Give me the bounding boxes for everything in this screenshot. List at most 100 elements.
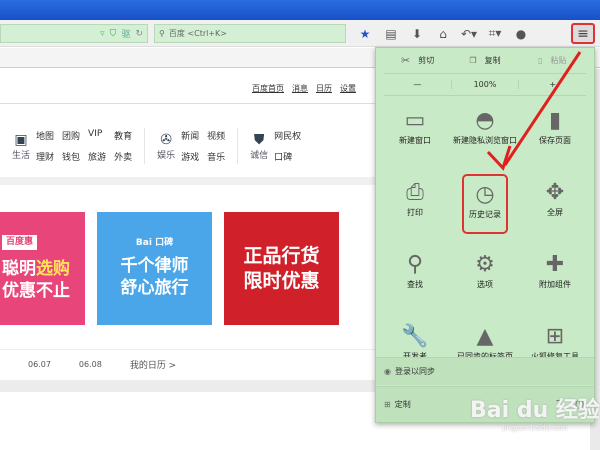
banner-text: 优惠不止 — [2, 281, 70, 302]
add-ons-icon: ✚ — [545, 252, 565, 277]
nav-link[interactable]: 团购 — [62, 129, 80, 142]
sign-in-sync-label: 登录以同步 — [394, 367, 435, 376]
shield-icon: ⛉ — [109, 28, 117, 39]
cut-label: 剪切 — [418, 56, 435, 65]
fullscreen-icon: ✥ — [545, 180, 565, 205]
search-placeholder: 百度 <Ctrl+K> — [168, 29, 227, 38]
nav-link[interactable]: 钱包 — [62, 150, 80, 163]
synced-tabs-icon: ▲ — [476, 324, 494, 349]
print-icon: ⎙ — [406, 180, 424, 205]
add-ons-label: 附加组件 — [539, 280, 571, 289]
save-page-button[interactable]: ▮ 保存页面 — [520, 102, 590, 162]
cut-button[interactable]: ✂ 剪切 — [384, 54, 451, 67]
film-reel-icon: ✇ — [160, 131, 172, 148]
link-baidu-home[interactable]: 百度首页 — [252, 83, 284, 94]
nav-link[interactable]: 地图 — [36, 129, 54, 142]
nav-link[interactable]: VIP — [88, 129, 106, 142]
link-calendar[interactable]: 日历 — [316, 83, 332, 94]
zoom-in-button[interactable]: + — [519, 80, 586, 89]
paste-label: 粘贴 — [550, 56, 567, 65]
url-bar[interactable]: ▿ ⛉ 驱 ↻ — [0, 24, 148, 43]
customize-button[interactable]: 定制 — [395, 399, 411, 410]
nav-link[interactable]: 游戏 — [181, 150, 199, 163]
window-title-bar — [0, 0, 600, 20]
zoom-out-button[interactable]: — — [384, 80, 452, 89]
divider — [0, 177, 375, 185]
sign-in-sync-button[interactable]: ◉ 登录以同步 — [376, 357, 594, 385]
nav-link[interactable]: 视频 — [207, 129, 225, 142]
nav-link[interactable]: 外卖 — [114, 150, 132, 163]
divider — [0, 380, 375, 392]
link-settings[interactable]: 设置 — [340, 83, 356, 94]
my-calendar-link[interactable]: 我的日历 > — [130, 358, 176, 371]
bookmark-star-icon[interactable]: ★ — [352, 24, 378, 43]
screenshot-icon[interactable]: ⌗▾ — [482, 24, 508, 43]
nav-title-entertainment[interactable]: 娱乐 — [157, 148, 175, 161]
scissors-icon: ✂ — [401, 54, 411, 67]
link-messages[interactable]: 消息 — [292, 83, 308, 94]
baidu-jingyan-watermark: Bai du 经验 jingyan.baidu.com — [470, 398, 600, 432]
bookmarks-list-icon[interactable]: ▤ — [378, 24, 404, 43]
store-icon: ▣ — [14, 131, 28, 148]
nav-title-integrity[interactable]: 诚信 — [250, 148, 268, 161]
zoom-level[interactable]: 100% — [452, 80, 520, 89]
nav-link[interactable]: 教育 — [114, 129, 132, 142]
firefox-menu-panel: ✂ 剪切 ❐ 复制 ▯ 粘贴 — 100% + ▭ 新建窗口 ◓ 新建隐私浏览窗口 ▮ 保存页面… — [375, 47, 595, 423]
search-input[interactable]: ⚲ 百度 <Ctrl+K> — [154, 24, 346, 43]
chat-icon[interactable]: ● — [508, 24, 534, 43]
home-icon[interactable]: ⌂ — [430, 24, 456, 43]
navigation-toolbar: ▿ ⛉ 驱 ↻ ⚲ 百度 <Ctrl+K> ★ ▤ ⬇ ⌂ ↶▾ ⌗▾ ● ≡ — [0, 20, 600, 47]
print-label: 打印 — [407, 208, 423, 217]
calendar-date[interactable]: 06.07 — [28, 360, 51, 369]
nav-link[interactable]: 音乐 — [207, 150, 225, 163]
clipboard-icon: ▯ — [538, 56, 543, 65]
banner-genuine-goods[interactable]: 正品行货 限时优惠 — [224, 212, 339, 325]
banner-text: 正品行货 — [243, 244, 320, 267]
find-label: 查找 — [407, 280, 423, 289]
copy-label: 复制 — [484, 56, 501, 65]
copy-button[interactable]: ❐ 复制 — [451, 55, 518, 66]
options-button[interactable]: ⚙ 选项 — [450, 246, 520, 306]
sync-icon: ◉ — [384, 367, 391, 376]
save-page-icon: ▮ — [548, 108, 562, 133]
new-private-window-button[interactable]: ◓ 新建隐私浏览窗口 — [450, 102, 520, 162]
banner-tag: Bai 口碑 — [135, 237, 174, 248]
undo-icon[interactable]: ↶▾ — [456, 24, 482, 43]
history-button[interactable]: ◷ 历史记录 — [462, 174, 508, 234]
banner-tag: 百度惠 — [2, 234, 38, 251]
fullscreen-button[interactable]: ✥ 全屏 — [520, 174, 590, 234]
url-badge: 驱 — [121, 30, 131, 40]
download-icon[interactable]: ⬇ — [404, 24, 430, 43]
new-window-icon: ▭ — [404, 108, 426, 133]
customize-icon[interactable]: ⊞ — [384, 400, 391, 409]
calendar-row: 06.07 06.08 我的日历 > + — [0, 349, 388, 379]
nav-title-life[interactable]: 生活 — [12, 148, 30, 161]
add-ons-button[interactable]: ✚ 附加组件 — [520, 246, 590, 306]
history-label: 历史记录 — [469, 210, 501, 219]
calendar-date[interactable]: 06.08 — [79, 360, 102, 369]
history-icon: ◷ — [475, 182, 495, 207]
print-button[interactable]: ⎙ 打印 — [380, 174, 450, 234]
options-label: 选项 — [477, 280, 493, 289]
nav-link[interactable]: 新闻 — [181, 129, 199, 142]
nav-link[interactable]: 口碑 — [274, 150, 301, 163]
dropdown-icon[interactable]: ▿ — [100, 29, 105, 39]
nav-link[interactable]: 旅游 — [88, 150, 106, 163]
category-nav: ▣ 生活 地图 团购 VIP 教育 理财 钱包 旅游 外卖 ✇ 娱乐 新闻 视频 游… — [0, 117, 375, 175]
banner-text: 限时优惠 — [243, 269, 320, 292]
find-button[interactable]: ⚲ 查找 — [380, 246, 450, 306]
search-icon: ⚲ — [159, 29, 165, 38]
banner-text-highlight: 选购 — [36, 259, 70, 280]
reload-icon[interactable]: ↻ — [135, 29, 143, 39]
copy-icon: ❐ — [469, 56, 477, 65]
banner-baidu-hui[interactable]: 百度惠 聪明选购 优惠不止 — [0, 212, 85, 325]
banner-text: 舒心旅行 — [120, 278, 189, 299]
hamburger-menu-button[interactable]: ≡ — [571, 23, 595, 44]
banner-koubei[interactable]: Bai 口碑 千个律师 舒心旅行 — [97, 212, 212, 325]
fullscreen-label: 全屏 — [547, 208, 563, 217]
nav-link[interactable]: 网民权 — [274, 129, 301, 142]
paste-button[interactable]: ▯ 粘贴 — [519, 55, 586, 66]
new-window-button[interactable]: ▭ 新建窗口 — [380, 102, 450, 162]
new-private-window-icon: ◓ — [475, 108, 495, 133]
nav-link[interactable]: 理财 — [36, 150, 54, 163]
